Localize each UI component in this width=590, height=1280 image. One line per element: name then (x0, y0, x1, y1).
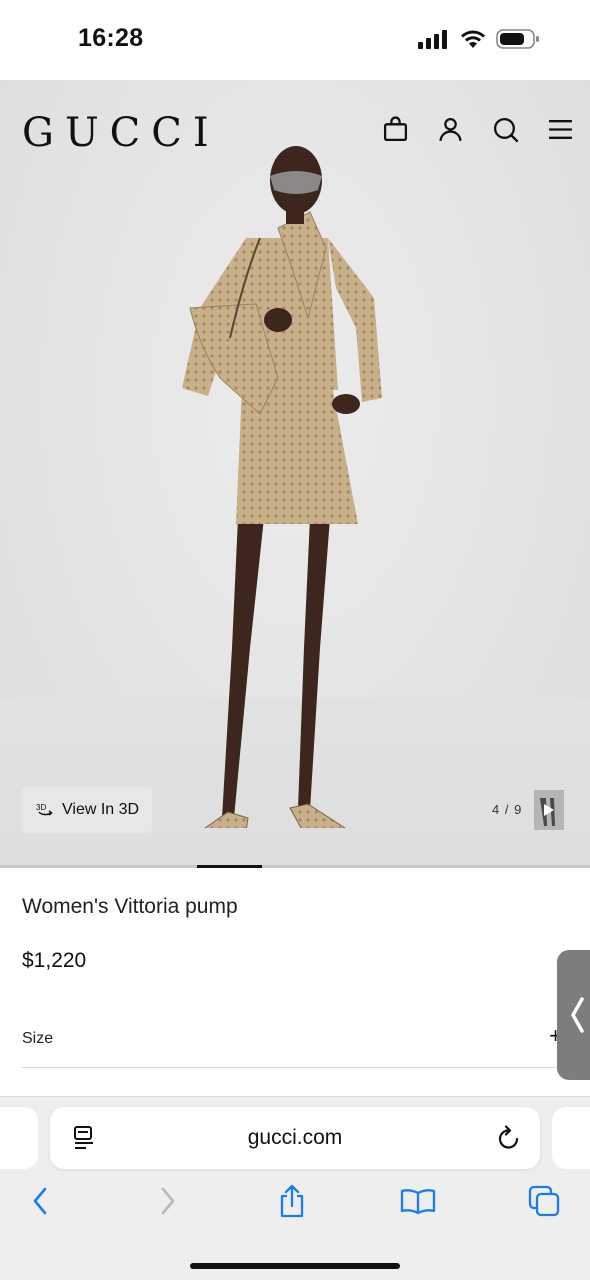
status-time: 16:28 (78, 24, 144, 52)
size-selector[interactable]: Size + (22, 1018, 562, 1068)
reload-icon[interactable] (496, 1124, 522, 1152)
tabs-icon (528, 1185, 560, 1217)
home-indicator (190, 1263, 400, 1269)
wifi-icon (461, 30, 485, 48)
size-label: Size (22, 1030, 54, 1047)
account-icon[interactable] (437, 116, 464, 143)
search-icon[interactable] (492, 116, 519, 143)
address-bar[interactable]: gucci.com (50, 1107, 540, 1169)
forward-button[interactable] (150, 1183, 186, 1219)
browser-chrome: gucci.com (0, 1096, 590, 1280)
share-icon (280, 1184, 304, 1218)
bookmarks-icon (400, 1189, 436, 1215)
side-panel-tab[interactable] (557, 950, 590, 1080)
forward-icon (161, 1187, 175, 1215)
browser-toolbar (0, 1183, 590, 1233)
video-thumbnail[interactable] (534, 790, 564, 830)
view-in-3d-button[interactable]: 3D View In 3D (22, 787, 152, 833)
menu-icon[interactable] (547, 116, 574, 143)
product-model-image (182, 146, 382, 828)
product-price: $1,220 (22, 949, 87, 972)
url-text[interactable]: gucci.com (50, 1126, 540, 1150)
svg-text:3D: 3D (36, 803, 46, 812)
signal-icon (418, 30, 447, 49)
product-name: Women's Vittoria pump (22, 895, 238, 918)
product-image-gallery[interactable]: GUCCI 3D View In 3D 4 / 9 (0, 80, 590, 868)
bookmarks-button[interactable] (400, 1183, 436, 1219)
next-tab-preview[interactable] (552, 1107, 590, 1169)
status-bar: 16:28 (0, 0, 590, 80)
brand-logo[interactable]: GUCCI (22, 110, 220, 156)
3d-icon: 3D (36, 803, 53, 816)
tabs-button[interactable] (526, 1183, 562, 1219)
previous-tab-preview[interactable] (0, 1107, 38, 1169)
shopping-bag-icon[interactable] (382, 116, 409, 143)
view-in-3d-label: View In 3D (62, 801, 140, 818)
play-icon (534, 790, 564, 830)
header-icons (382, 116, 574, 143)
status-icons (418, 27, 540, 51)
back-button[interactable] (22, 1183, 58, 1219)
back-icon (33, 1187, 47, 1215)
product-info: Women's Vittoria pump $1,220 Size + (0, 868, 590, 1100)
share-button[interactable] (274, 1183, 310, 1219)
battery-icon (496, 29, 539, 49)
chevron-left-icon (571, 997, 584, 1033)
image-counter: 4 / 9 (492, 802, 523, 817)
